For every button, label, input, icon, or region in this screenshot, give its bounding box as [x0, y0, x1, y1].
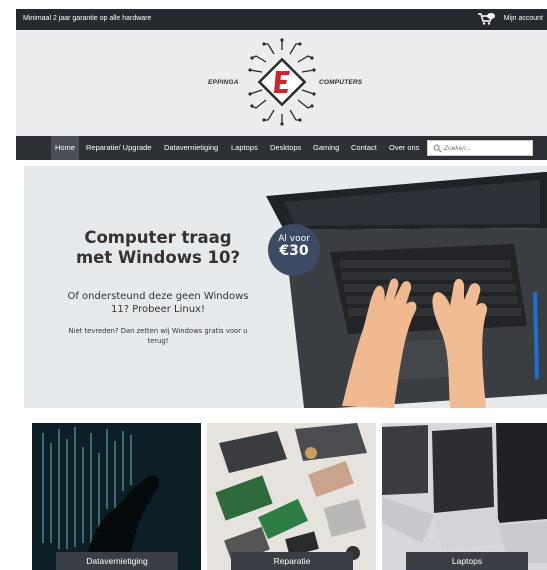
card-label-laptops: Laptops — [406, 552, 528, 570]
reparatie-image — [207, 423, 376, 570]
nav-item-contact[interactable]: Contact — [347, 136, 381, 160]
top-bar: Minimaal 2 jaar garantie op alle hardwar… — [16, 9, 547, 30]
datavernietiging-image — [32, 423, 201, 570]
search-input[interactable] — [444, 142, 530, 154]
warranty-promo-text: Minimaal 2 jaar garantie op alle hardwar… — [23, 15, 152, 22]
nav-item-laptops[interactable]: Laptops — [227, 136, 262, 160]
logo-header: EPPINGA COMPUTERS — [16, 30, 547, 136]
card-label-reparatie: Reparatie — [231, 552, 353, 570]
hero-note: Niet tevreden? Dan zetten wij Windows gr… — [68, 327, 248, 345]
hero-title: Computer traag met Windows 10? — [75, 228, 241, 267]
nav-item-datavernietiging[interactable]: Datavernietiging — [160, 136, 222, 160]
my-account-link[interactable]: Mijn account — [504, 15, 543, 22]
laptops-image — [382, 423, 547, 570]
nav-item-gaming[interactable]: Gaming — [309, 136, 343, 160]
logo-text-eppinga: EPPINGA — [208, 79, 239, 86]
card-reparatie[interactable]: Reparatie — [207, 423, 376, 570]
card-datavernietiging[interactable]: Datavernietiging — [32, 423, 201, 570]
nav-item-over-ons[interactable]: Over ons — [385, 136, 423, 160]
card-laptops[interactable]: Laptops — [382, 423, 547, 570]
nav-item-desktops[interactable]: Desktops — [266, 136, 305, 160]
eppinga-logo-icon[interactable] — [246, 38, 318, 126]
search-box[interactable] — [427, 140, 533, 156]
laptop-photo — [266, 172, 547, 408]
card-label-datavernietiging: Datavernietiging — [56, 552, 178, 570]
hero-banner[interactable]: Computer traag met Windows 10? Of onders… — [24, 166, 547, 408]
nav-item-reparatie-upgrade[interactable]: Reparatie/ Upgrade — [82, 136, 155, 160]
hero-subtitle: Of ondersteund deze geen Windows 11? Pro… — [67, 291, 249, 315]
price-badge: Al voor €30 — [268, 224, 320, 276]
main-nav: Home Reparatie/ Upgrade Datavernietiging… — [16, 136, 547, 160]
nav-item-home[interactable]: Home — [51, 136, 80, 160]
badge-price: €30 — [279, 243, 309, 259]
search-icon — [433, 144, 442, 153]
cart-icon[interactable] — [477, 12, 495, 26]
logo-text-computers: COMPUTERS — [319, 79, 363, 86]
